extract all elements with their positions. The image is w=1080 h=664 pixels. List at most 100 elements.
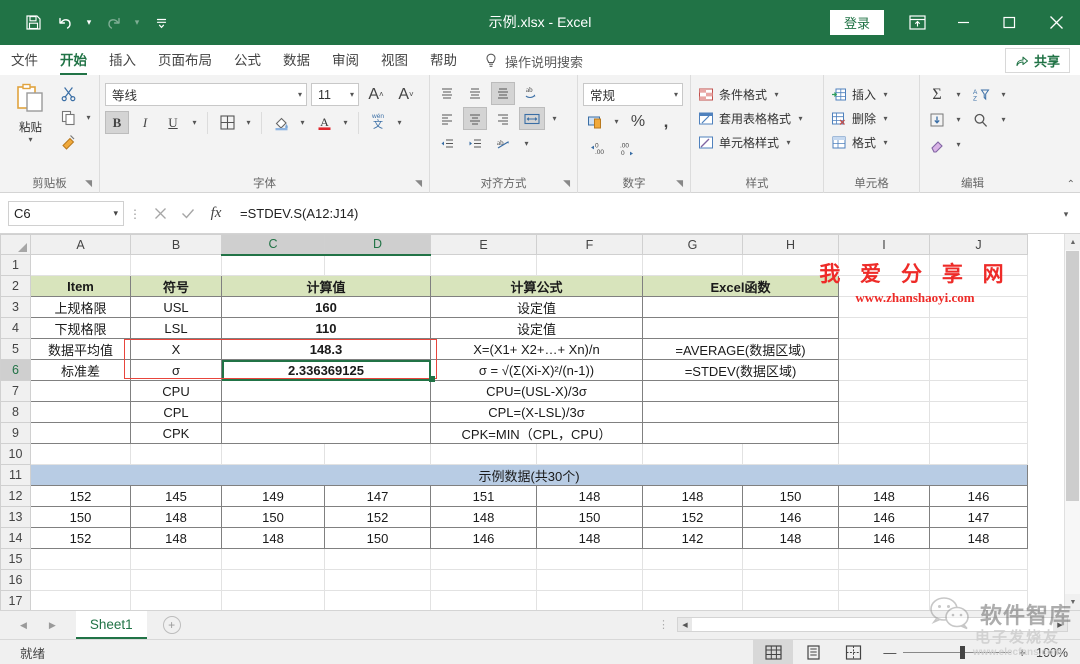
cell-B4[interactable]: LSL (130, 317, 222, 339)
cell-B7[interactable]: CPU (130, 380, 222, 402)
cell-I17[interactable] (838, 590, 930, 610)
column-header-h[interactable]: H (742, 234, 839, 255)
cell-I6[interactable] (838, 359, 930, 381)
cell-J5[interactable] (929, 338, 1028, 360)
cell-A1[interactable] (30, 254, 131, 276)
cell-C14[interactable]: 148 (221, 527, 325, 549)
vertical-scroll-thumb[interactable] (1066, 251, 1079, 501)
cut-button[interactable] (56, 82, 94, 105)
fill-handle[interactable] (429, 376, 435, 382)
cell-B9[interactable]: CPK (130, 422, 222, 444)
cell-D17[interactable] (324, 590, 431, 610)
cell-D1[interactable] (324, 254, 431, 276)
font-dialog-launcher[interactable]: ◥ (415, 175, 422, 192)
select-all-corner[interactable] (0, 234, 31, 255)
cell-E4[interactable]: 设定值 (430, 317, 643, 339)
cell-G3[interactable] (642, 296, 839, 318)
cell-E3[interactable]: 设定值 (430, 296, 643, 318)
scroll-left-icon[interactable]: ◀ (678, 618, 692, 631)
align-left-icon[interactable] (435, 107, 459, 130)
expand-formula-bar-icon[interactable]: ▾ (1056, 202, 1076, 226)
cell-I13[interactable]: 146 (838, 506, 930, 528)
increase-decimal-icon[interactable]: 0.00 (583, 137, 611, 160)
font-name-combo[interactable]: 等线 ▾ (105, 83, 307, 106)
alignment-dialog-launcher[interactable]: ◥ (563, 175, 570, 192)
cell-E16[interactable] (430, 569, 537, 591)
name-box-dropdown-icon[interactable]: ▾ (113, 208, 118, 219)
sign-in-button[interactable]: 登录 (829, 10, 884, 35)
row-header-16[interactable]: 16 (0, 569, 31, 591)
cell-D13[interactable]: 152 (324, 506, 431, 528)
cell-F1[interactable] (536, 254, 643, 276)
cell-F16[interactable] (536, 569, 643, 591)
paste-button[interactable]: 粘贴 ▾ (5, 79, 56, 144)
cell-H17[interactable] (742, 590, 839, 610)
cell-C10[interactable] (221, 443, 325, 465)
cell-I4[interactable] (838, 317, 930, 339)
cell-J3[interactable] (929, 296, 1028, 318)
cell-D15[interactable] (324, 548, 431, 570)
cell-C15[interactable] (221, 548, 325, 570)
accounting-format-icon[interactable] (583, 110, 607, 133)
autosum-button[interactable]: Σ (925, 83, 949, 106)
cell-J12[interactable]: 146 (929, 485, 1028, 507)
borders-dropdown-icon[interactable]: ▾ (243, 118, 254, 127)
increase-font-size-icon[interactable]: A ˄ (363, 83, 389, 106)
cell-J9[interactable] (929, 422, 1028, 444)
row-header-14[interactable]: 14 (0, 527, 31, 549)
cell-I16[interactable] (838, 569, 930, 591)
copy-button[interactable]: ▾ (56, 106, 94, 129)
cell-B15[interactable] (130, 548, 222, 570)
cell-F13[interactable]: 150 (536, 506, 643, 528)
find-select-icon[interactable] (968, 108, 994, 131)
text-direction-dropdown-icon[interactable]: ▾ (521, 139, 532, 148)
cell-B5[interactable]: X (130, 338, 222, 360)
tab-home[interactable]: 开始 (49, 47, 98, 75)
cell-J17[interactable] (929, 590, 1028, 610)
tab-review[interactable]: 审阅 (321, 47, 370, 75)
scroll-split-handle[interactable]: ⋮ (650, 618, 677, 631)
cell-J6[interactable] (929, 359, 1028, 381)
align-bottom-icon[interactable] (491, 82, 515, 105)
cell-A12[interactable]: 152 (30, 485, 131, 507)
cell-J16[interactable] (929, 569, 1028, 591)
cell-I1[interactable] (838, 254, 930, 276)
cell-E6[interactable]: σ = √(Σ(Xi-X)²/(n-1)) (430, 359, 643, 381)
save-icon[interactable] (18, 8, 48, 38)
cell-I15[interactable] (838, 548, 930, 570)
number-format-dropdown-icon[interactable]: ▾ (670, 90, 678, 99)
align-middle-icon[interactable] (463, 82, 487, 105)
font-size-dropdown-icon[interactable]: ▾ (346, 90, 354, 99)
cell-B17[interactable] (130, 590, 222, 610)
insert-cells-dropdown-icon[interactable]: ▾ (880, 90, 891, 99)
zoom-level-label[interactable]: 100% (1036, 646, 1080, 660)
cell-I2[interactable] (838, 275, 930, 297)
accounting-dropdown-icon[interactable]: ▾ (611, 117, 622, 126)
italic-button[interactable]: I (133, 111, 157, 134)
cell-G17[interactable] (642, 590, 743, 610)
cell-B13[interactable]: 148 (130, 506, 222, 528)
align-right-icon[interactable] (491, 107, 515, 130)
cell-styles-dropdown-icon[interactable]: ▾ (783, 138, 794, 147)
row-header-1[interactable]: 1 (0, 254, 31, 276)
cell-C3[interactable]: 160 (221, 296, 431, 318)
cell-J1[interactable] (929, 254, 1028, 276)
decrease-decimal-icon[interactable]: .00 0 (615, 137, 643, 160)
tab-insert[interactable]: 插入 (98, 47, 147, 75)
cell-J10[interactable] (929, 443, 1028, 465)
cell-A7[interactable] (30, 380, 131, 402)
borders-icon[interactable] (215, 111, 239, 134)
column-header-e[interactable]: E (430, 234, 537, 255)
scroll-right-icon[interactable]: ▶ (1053, 618, 1067, 631)
cell-styles-button[interactable]: 单元格样式 ▾ (696, 131, 796, 154)
comma-style-button[interactable]: , (654, 110, 678, 133)
format-as-table-button[interactable]: 套用表格格式 ▾ (696, 107, 808, 130)
zoom-out-button[interactable]: — (883, 645, 896, 660)
cell-A9[interactable] (30, 422, 131, 444)
cell-H16[interactable] (742, 569, 839, 591)
cell-H15[interactable] (742, 548, 839, 570)
row-header-5[interactable]: 5 (0, 338, 31, 360)
cell-A15[interactable] (30, 548, 131, 570)
cell-E14[interactable]: 146 (430, 527, 537, 549)
cell-B10[interactable] (130, 443, 222, 465)
